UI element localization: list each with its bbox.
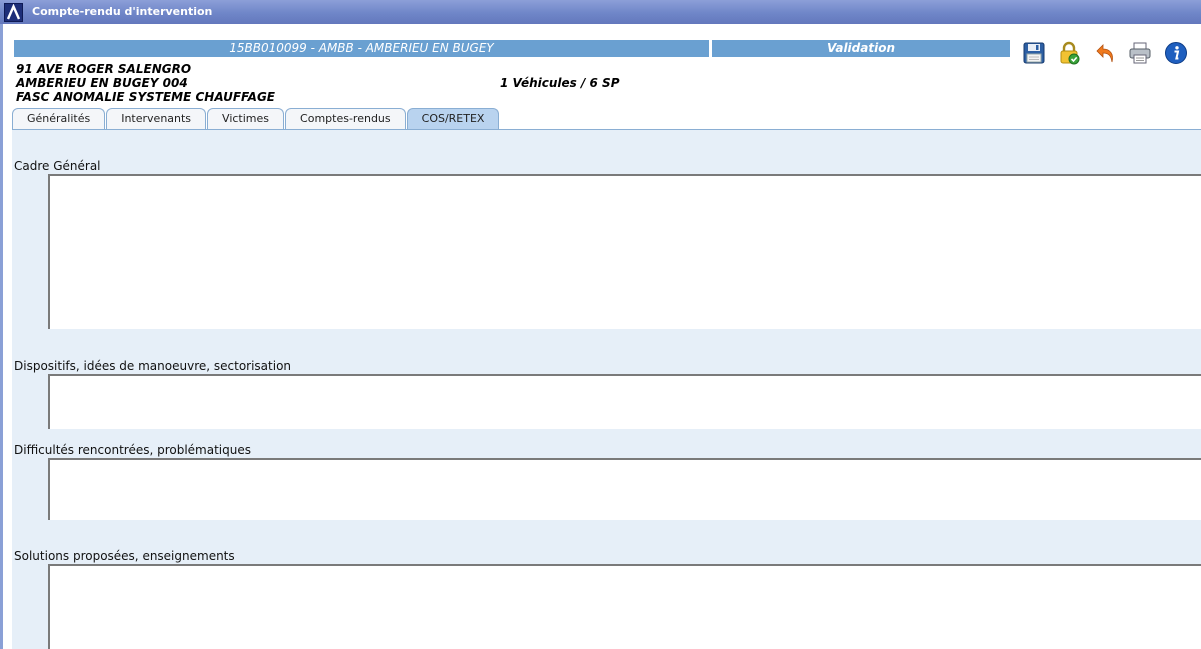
info-icon[interactable] (1164, 41, 1188, 65)
tab-cos-retex[interactable]: COS/RETEX (406, 108, 500, 130)
tab-bar: Généralités Intervenants Victimes Compte… (12, 108, 500, 130)
window-title: Compte-rendu d'intervention (32, 5, 213, 18)
difficultes-textarea[interactable] (48, 458, 1201, 520)
status-header: Validation (712, 40, 1010, 57)
address-line-1: 91 AVE ROGER SALENGRO (16, 62, 192, 76)
window-titlebar: Compte-rendu d'intervention (0, 0, 1201, 24)
dispositifs-label: Dispositifs, idées de manoeuvre, sectori… (14, 359, 292, 373)
tab-generalites[interactable]: Généralités (12, 108, 106, 129)
difficultes-label: Difficultés rencontrées, problématiques (14, 443, 251, 457)
tab-intervenants[interactable]: Intervenants (106, 108, 207, 129)
tab-victimes[interactable]: Victimes (207, 108, 285, 129)
tab-comptes-rendus[interactable]: Comptes-rendus (285, 108, 406, 129)
vehicles-count: 1 Véhicules / 6 SP (500, 76, 620, 90)
cadre-general-textarea[interactable] (48, 174, 1201, 329)
print-icon[interactable] (1128, 41, 1152, 65)
app-logo-icon (4, 3, 23, 22)
lock-icon[interactable] (1057, 41, 1081, 65)
dispositifs-textarea[interactable] (48, 374, 1201, 429)
intervention-header: 15BB010099 - AMBB - AMBERIEU EN BUGEY (14, 40, 709, 57)
cos-retex-panel: Cadre Général Dispositifs, idées de mano… (12, 130, 1201, 649)
address-line-2: AMBERIEU EN BUGEY 004 (16, 76, 188, 90)
save-icon[interactable] (1022, 41, 1046, 65)
undo-icon[interactable] (1094, 41, 1118, 65)
cadre-general-label: Cadre Général (14, 159, 101, 173)
solutions-textarea[interactable] (48, 564, 1201, 649)
solutions-label: Solutions proposées, enseignements (14, 549, 235, 563)
intervention-reason: FASC ANOMALIE SYSTEME CHAUFFAGE (16, 90, 276, 104)
